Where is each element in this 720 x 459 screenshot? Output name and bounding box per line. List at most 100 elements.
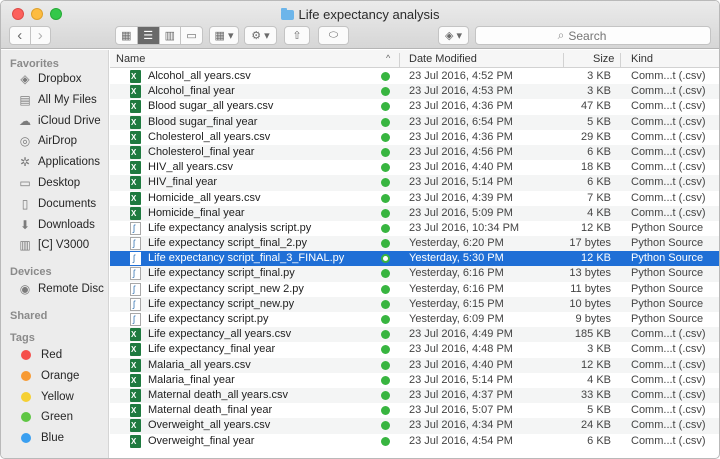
file-kind: Comm...t (.csv) <box>631 115 706 128</box>
csv-file-icon <box>130 161 141 175</box>
file-kind: Comm...t (.csv) <box>631 328 706 341</box>
sidebar-item-downloads[interactable]: ⬇ Downloads <box>1 215 109 235</box>
file-kind: Comm...t (.csv) <box>631 161 706 174</box>
edit-tags-button[interactable]: ⬭ <box>318 26 349 45</box>
sidebar-item-red[interactable]: Red <box>1 345 109 365</box>
file-kind: Comm...t (.csv) <box>631 358 706 371</box>
file-row[interactable]: Homicide_final year 23 Jul 2016, 5:09 PM 4… <box>110 205 719 221</box>
column-view-button[interactable]: ▥ <box>160 27 182 44</box>
synced-check-icon <box>381 132 390 142</box>
file-size: 4 KB <box>587 206 611 219</box>
file-kind: Comm...t (.csv) <box>631 145 706 158</box>
name-column-header[interactable]: Name <box>116 53 145 65</box>
python-file-icon <box>130 252 141 266</box>
column-divider <box>563 53 564 67</box>
file-row[interactable]: Blood sugar_all years.csv 23 Jul 2016, 4:… <box>110 99 719 114</box>
file-row[interactable]: Maternal death_all years.csv 23 Jul 2016,… <box>110 387 719 404</box>
sidebar-item-applications[interactable]: ✲ Applications <box>1 152 109 172</box>
file-row[interactable]: Maternal death_final year 23 Jul 2016, 5:… <box>110 403 719 418</box>
date-column-header[interactable]: Date Modified <box>409 53 477 65</box>
back-forward-control: ‹ › <box>9 26 51 45</box>
file-row[interactable]: Life expectancy script_final_3_FINAL.py Y… <box>110 251 719 267</box>
synced-check-icon <box>381 87 390 97</box>
csv-file-icon <box>130 434 141 448</box>
file-row[interactable]: Life expectancy_final year 23 Jul 2016, 4… <box>110 342 719 357</box>
sidebar-item-airdrop[interactable]: ◎ AirDrop <box>1 131 109 151</box>
coverflow-view-button[interactable]: ▭ <box>181 27 202 44</box>
sidebar-item-green[interactable]: Green <box>1 407 109 427</box>
size-column-header[interactable]: Size <box>593 53 614 65</box>
action-gear-button[interactable]: ⚙ ▾ <box>244 26 277 45</box>
sidebar-item-desktop[interactable]: ▭ Desktop <box>1 173 109 193</box>
file-row[interactable]: HIV_final year 23 Jul 2016, 5:14 PM 6 KB Co… <box>110 175 719 191</box>
sidebar-item-all-my-files[interactable]: ▤ All My Files <box>1 90 109 110</box>
file-date-modified: Yesterday, 6:20 PM <box>409 237 504 250</box>
file-row[interactable]: Malaria_final year 23 Jul 2016, 5:14 PM 4 … <box>110 373 719 388</box>
arrange-button[interactable]: ▦ ▾ <box>209 26 239 45</box>
file-row[interactable]: Cholesterol_final year 23 Jul 2016, 4:56 … <box>110 144 719 161</box>
file-row[interactable]: Life expectancy script.py Yesterday, 6:09… <box>110 312 719 327</box>
tag-color-icon <box>21 370 31 381</box>
sidebar-item-c-v3000[interactable]: ▥ [C] V3000 <box>1 235 109 255</box>
sidebar-item-orange[interactable]: Orange <box>1 366 109 386</box>
file-date-modified: Yesterday, 6:16 PM <box>409 282 504 295</box>
csv-file-icon <box>130 130 141 144</box>
file-kind: Comm...t (.csv) <box>631 388 706 401</box>
file-date-modified: 23 Jul 2016, 4:56 PM <box>409 145 513 158</box>
file-row[interactable]: HIV_all years.csv 23 Jul 2016, 4:40 PM 18 … <box>110 160 719 175</box>
sidebar-item-yellow[interactable]: Yellow <box>1 387 109 407</box>
forward-button[interactable]: › <box>31 27 51 44</box>
file-name: Life expectancy script_final_2.py <box>148 237 307 250</box>
synced-check-icon <box>381 178 390 188</box>
devices-heading: Devices <box>10 266 52 278</box>
file-row[interactable]: Life expectancy_all years.csv 23 Jul 2016… <box>110 327 719 343</box>
file-row[interactable]: Alcohol_final year 23 Jul 2016, 4:53 PM 3 … <box>110 84 719 100</box>
file-name: Life expectancy_all years.csv <box>148 328 292 341</box>
file-name: Life expectancy script_final.py <box>148 267 295 280</box>
file-name: Malaria_all years.csv <box>148 358 251 371</box>
file-row[interactable]: Malaria_all years.csv 23 Jul 2016, 4:40 P… <box>110 357 719 373</box>
file-name: Alcohol_final year <box>148 85 235 98</box>
csv-file-icon <box>130 191 141 205</box>
sidebar-item-blue[interactable]: Blue <box>1 428 109 448</box>
file-row[interactable]: Overweight_final year 23 Jul 2016, 4:54 P… <box>110 434 719 449</box>
csv-file-icon <box>130 358 141 372</box>
synced-check-icon <box>381 390 390 400</box>
kind-column-header[interactable]: Kind <box>631 53 653 65</box>
search-field[interactable]: ⌕ <box>475 26 711 45</box>
sidebar-item-dropbox[interactable]: ◈ Dropbox <box>1 69 109 89</box>
icon-view-button[interactable]: ▦ <box>116 27 138 44</box>
file-row[interactable]: Homicide_all years.csv 23 Jul 2016, 4:39 … <box>110 191 719 206</box>
sidebar-item-label: Orange <box>41 369 80 382</box>
share-button[interactable]: ⇧ <box>284 26 310 45</box>
back-button[interactable]: ‹ <box>10 27 31 44</box>
sidebar-item-documents[interactable]: ▯ Documents <box>1 194 109 214</box>
file-row[interactable]: Blood sugar_final year 23 Jul 2016, 6:54 … <box>110 114 719 130</box>
list-view-button[interactable]: ☰ <box>137 27 160 44</box>
file-row[interactable]: Life expectancy script_new.py Yesterday, … <box>110 296 719 312</box>
search-input[interactable] <box>568 28 629 43</box>
title-bar: Life expectancy analysis ‹ › ▦ ☰ ▥ ▭ ▦ ▾… <box>1 1 719 49</box>
file-row[interactable]: Life expectancy analysis script.py 23 Jul… <box>110 221 719 236</box>
file-row[interactable]: Overweight_all years.csv 23 Jul 2016, 4:3… <box>110 418 719 434</box>
python-file-icon <box>130 297 141 311</box>
sidebar-item-icloud-drive[interactable]: ☁ iCloud Drive <box>1 111 109 131</box>
synced-check-icon <box>381 360 390 370</box>
sidebar-item-remote-disc[interactable]: ◉ Remote Disc <box>1 279 109 299</box>
dropbox-menu-button[interactable]: ◈ ▾ <box>438 26 469 45</box>
file-row[interactable]: Alcohol_all years.csv 23 Jul 2016, 4:52 P… <box>110 69 719 84</box>
file-name: Homicide_all years.csv <box>148 191 261 204</box>
file-date-modified: 23 Jul 2016, 4:40 PM <box>409 358 513 371</box>
file-row[interactable]: Cholesterol_all years.csv 23 Jul 2016, 4:… <box>110 130 719 145</box>
file-row[interactable]: Life expectancy script_final.py Yesterday… <box>110 266 719 282</box>
file-date-modified: 23 Jul 2016, 6:54 PM <box>409 115 513 128</box>
csv-file-icon <box>130 388 141 402</box>
file-row[interactable]: Life expectancy script_new 2.py Yesterday… <box>110 282 719 297</box>
airdrop-icon: ◎ <box>19 134 31 149</box>
file-row[interactable]: Life expectancy script_final_2.py Yesterd… <box>110 236 719 252</box>
synced-check-icon <box>381 421 390 431</box>
sidebar-item-label: AirDrop <box>38 135 77 148</box>
sidebar: Favorites Devices Shared Tags ◈ Dropbox ▤ A… <box>1 50 109 458</box>
python-file-icon <box>130 282 141 296</box>
dropbox-icon: ◈ <box>20 72 30 86</box>
